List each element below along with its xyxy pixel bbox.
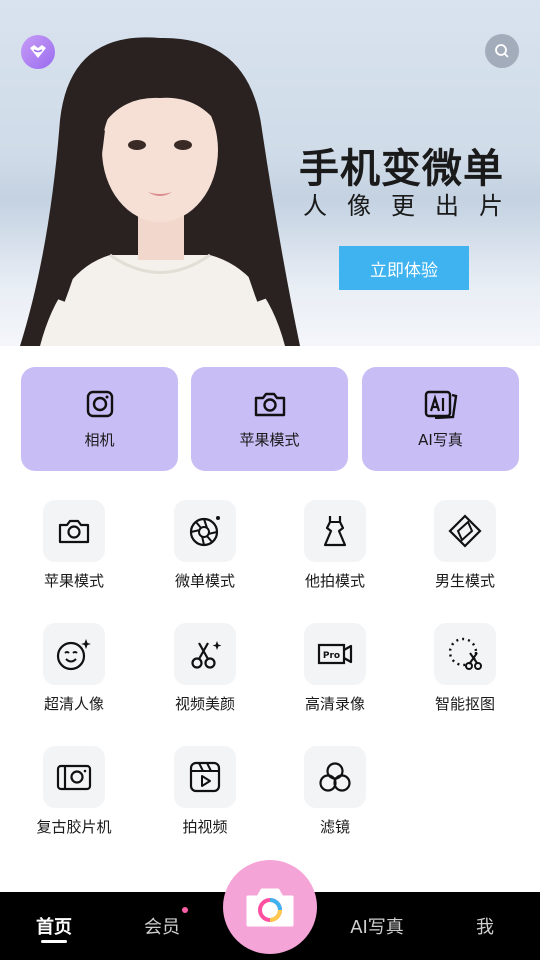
ai-photo-icon xyxy=(424,390,457,419)
mode-apple[interactable]: 苹果模式 xyxy=(19,500,129,600)
mode-label: 男生模式 xyxy=(434,572,495,590)
mode-tile xyxy=(434,623,496,685)
mode-label: 苹果模式 xyxy=(43,572,104,590)
mode-shoot-video[interactable]: 拍视频 xyxy=(150,746,260,846)
camera-icon xyxy=(58,519,90,544)
diamond-icon xyxy=(448,514,482,548)
tab-label: 我 xyxy=(476,917,494,938)
mode-label: 高清录像 xyxy=(304,695,365,713)
card-label: 相机 xyxy=(84,430,115,449)
face-sparkle-icon xyxy=(56,639,91,671)
mode-tile xyxy=(174,500,236,562)
mode-video-beauty[interactable]: 视频美颜 xyxy=(150,623,260,723)
tab-home[interactable]: 首页 xyxy=(20,892,88,960)
hero-banner[interactable]: 手机变微单 人像更出片 立即体验 xyxy=(0,0,540,346)
try-now-button[interactable]: 立即体验 xyxy=(339,246,469,290)
hero-subtitle: 人像更出片 xyxy=(303,192,523,220)
pro-video-icon: Pro xyxy=(317,643,353,665)
dress-icon xyxy=(323,516,347,547)
mode-label: 微单模式 xyxy=(174,572,235,590)
search-button[interactable] xyxy=(485,34,519,68)
card-label: 苹果模式 xyxy=(239,430,300,449)
active-tab-indicator xyxy=(41,940,67,943)
mode-label: 他拍模式 xyxy=(304,572,365,590)
feature-cards: 相机 苹果模式 AI写真 xyxy=(21,367,519,471)
mode-label: 拍视频 xyxy=(182,818,228,836)
film-camera-icon xyxy=(56,764,92,791)
mode-others-shoot[interactable]: 他拍模式 xyxy=(280,500,390,600)
mode-label: 视频美颜 xyxy=(174,695,235,713)
mode-tile xyxy=(304,500,366,562)
card-apple-mode[interactable]: 苹果模式 xyxy=(191,367,348,471)
card-ai-photo[interactable]: AI写真 xyxy=(362,367,519,471)
card-label: AI写真 xyxy=(418,430,463,449)
filter-icon xyxy=(319,762,351,792)
clapper-icon xyxy=(189,761,221,793)
cutout-icon xyxy=(448,637,482,670)
mode-dslr[interactable]: 微单模式 xyxy=(150,500,260,600)
tab-label: AI写真 xyxy=(350,917,404,938)
mode-tile xyxy=(43,623,105,685)
mode-tile xyxy=(174,623,236,685)
tab-label: 会员 xyxy=(144,917,180,938)
aperture-icon xyxy=(189,516,220,547)
mode-label: 智能抠图 xyxy=(434,695,495,713)
mode-hd-portrait[interactable]: 超清人像 xyxy=(19,623,129,723)
mode-male[interactable]: 男生模式 xyxy=(410,500,520,600)
camera-shutter-icon xyxy=(246,888,294,927)
shutter-button[interactable] xyxy=(223,860,317,954)
mode-film-camera[interactable]: 复古胶片机 xyxy=(19,746,129,846)
mode-tile xyxy=(174,746,236,808)
app-logo-button[interactable] xyxy=(21,35,55,69)
tab-me[interactable]: 我 xyxy=(460,892,510,960)
mode-tile xyxy=(43,746,105,808)
mode-smart-cutout[interactable]: 智能抠图 xyxy=(410,623,520,723)
mode-hd-video[interactable]: Pro 高清录像 xyxy=(280,623,390,723)
card-camera[interactable]: 相机 xyxy=(21,367,178,471)
camera-icon xyxy=(254,392,285,416)
mode-label: 滤镜 xyxy=(319,818,350,836)
mode-label: 超清人像 xyxy=(43,695,104,713)
tab-label: 首页 xyxy=(36,917,72,938)
heart-logo-icon xyxy=(30,45,46,58)
mode-tile xyxy=(43,500,105,562)
mode-label: 复古胶片机 xyxy=(36,818,112,836)
tab-ai-photo[interactable]: AI写真 xyxy=(332,892,422,960)
tab-vip[interactable]: 会员 xyxy=(128,892,196,960)
mode-tile xyxy=(304,746,366,808)
svg-text:Pro: Pro xyxy=(323,651,340,661)
search-icon xyxy=(495,44,509,58)
vip-badge-dot xyxy=(182,907,188,913)
mode-tile xyxy=(434,500,496,562)
scissors-icon xyxy=(191,641,222,669)
mode-filter[interactable]: 滤镜 xyxy=(280,746,390,846)
camera-icon xyxy=(86,390,113,417)
mode-tile: Pro xyxy=(304,623,366,685)
